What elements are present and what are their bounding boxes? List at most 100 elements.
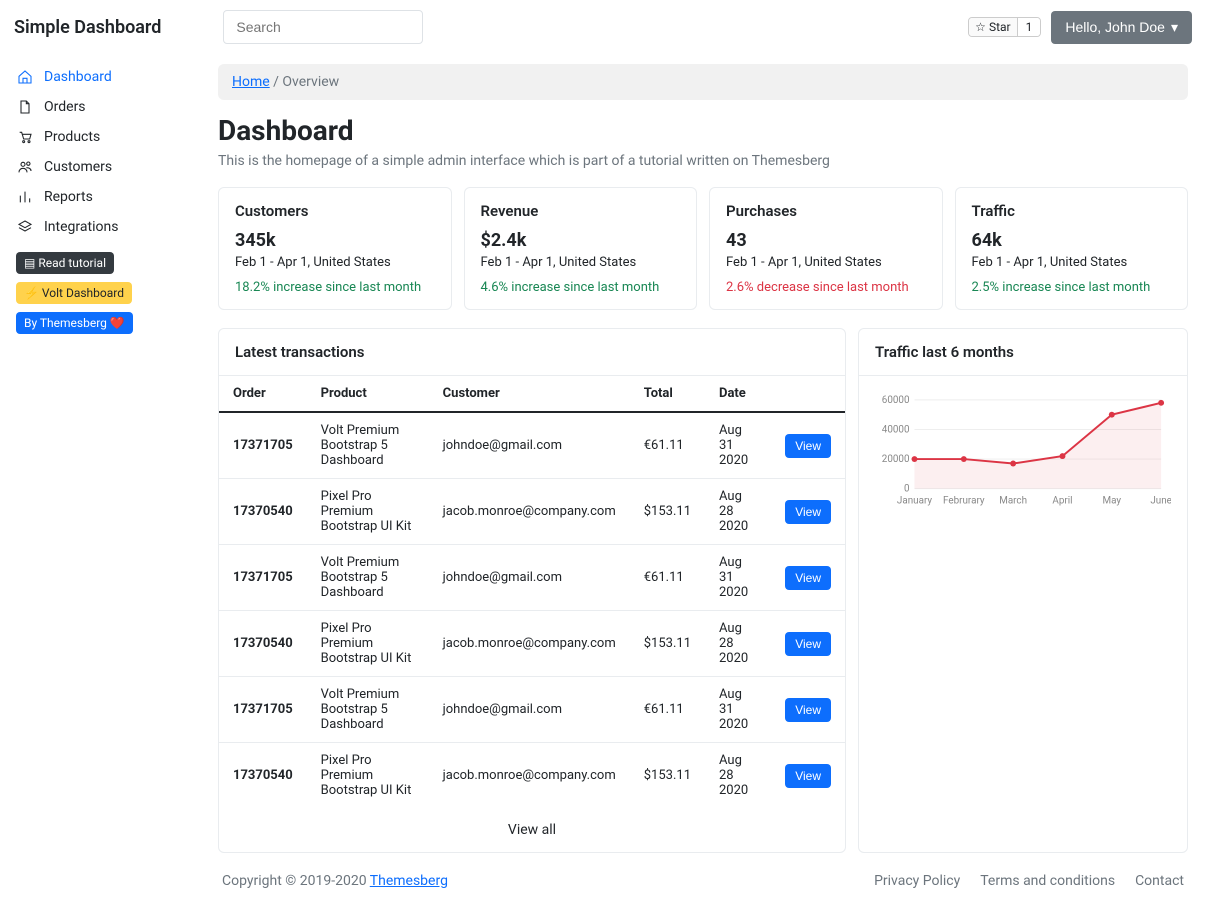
themesberg-link[interactable]: Themesberg — [370, 873, 448, 889]
cell-product: Pixel Pro Premium Bootstrap UI Kit — [307, 479, 429, 545]
stat-range: Feb 1 - Apr 1, United States — [726, 255, 926, 270]
stat-label: Customers — [235, 202, 435, 220]
stat-range: Feb 1 - Apr 1, United States — [972, 255, 1172, 270]
star-icon: ☆ — [975, 20, 986, 34]
view-button[interactable]: View — [785, 764, 831, 788]
view-button[interactable]: View — [785, 500, 831, 524]
stat-card: Customers345kFeb 1 - Apr 1, United State… — [218, 187, 452, 310]
view-button[interactable]: View — [785, 434, 831, 458]
sidebar-item-label: Integrations — [44, 219, 118, 235]
table-header: Total — [630, 376, 705, 412]
table-row: 17371705Volt Premium Bootstrap 5 Dashboa… — [219, 412, 845, 479]
traffic-panel: Traffic last 6 months 0200004000060000Ja… — [858, 328, 1188, 853]
view-button[interactable]: View — [785, 698, 831, 722]
sidebar-item-integrations[interactable]: Integrations — [10, 212, 190, 242]
stat-change: 18.2% increase since last month — [235, 280, 435, 295]
sidebar-item-label: Customers — [44, 159, 112, 175]
stat-value: 64k — [972, 230, 1172, 251]
stat-label: Revenue — [481, 202, 681, 220]
sidebar-item-label: Reports — [44, 189, 93, 205]
cell-date: Aug 31 2020 — [705, 412, 771, 479]
footer-link[interactable]: Terms and conditions — [980, 873, 1115, 889]
volt-dashboard-button[interactable]: ⚡ Volt Dashboard — [16, 282, 132, 304]
stat-card: Purchases43Feb 1 - Apr 1, United States2… — [709, 187, 943, 310]
table-row: 17371705Volt Premium Bootstrap 5 Dashboa… — [219, 545, 845, 611]
volt-dashboard-label: Volt Dashboard — [42, 286, 124, 300]
search-input[interactable] — [223, 10, 423, 44]
transactions-panel: Latest transactions OrderProductCustomer… — [218, 328, 846, 853]
svg-text:40000: 40000 — [882, 424, 910, 435]
stat-card: Revenue$2.4kFeb 1 - Apr 1, United States… — [464, 187, 698, 310]
cell-total: $153.11 — [630, 611, 705, 677]
sidebar-item-products[interactable]: Products — [10, 122, 190, 152]
stat-change: 2.6% decrease since last month — [726, 280, 926, 295]
svg-text:May: May — [1103, 495, 1122, 506]
cell-customer: jacob.monroe@company.com — [429, 743, 630, 809]
main-content: Home / Overview Dashboard This is the ho… — [200, 54, 1206, 919]
stat-change: 2.5% increase since last month — [972, 280, 1172, 295]
cell-date: Aug 28 2020 — [705, 743, 771, 809]
stat-card: Traffic 64k Feb 1 - Apr 1, United States 2.… — [955, 187, 1189, 310]
svg-text:20000: 20000 — [882, 454, 910, 465]
home-icon — [16, 69, 34, 85]
sidebar-item-dashboard[interactable]: Dashboard — [10, 62, 190, 92]
sidebar-item-orders[interactable]: Orders — [10, 92, 190, 122]
bolt-icon: ⚡ — [24, 286, 42, 300]
cell-order: 17371705 — [219, 677, 307, 743]
footer-copyright: Copyright © 2019-2020 Themesberg — [222, 873, 448, 889]
user-menu-button[interactable]: Hello, John Doe ▾ — [1051, 11, 1192, 44]
cell-product: Volt Premium Bootstrap 5 Dashboard — [307, 412, 429, 479]
cell-total: $153.11 — [630, 743, 705, 809]
layers-icon — [16, 219, 34, 235]
cell-date: Aug 28 2020 — [705, 611, 771, 677]
cell-date: Aug 31 2020 — [705, 677, 771, 743]
sidebar-item-customers[interactable]: Customers — [10, 152, 190, 182]
cell-customer: johndoe@gmail.com — [429, 677, 630, 743]
cell-customer: johndoe@gmail.com — [429, 545, 630, 611]
brand-title: Simple Dashboard — [14, 17, 161, 38]
view-button[interactable]: View — [785, 632, 831, 656]
by-themesberg-button[interactable]: By Themesberg ❤️ — [16, 312, 133, 334]
cell-customer: jacob.monroe@company.com — [429, 611, 630, 677]
view-button[interactable]: View — [785, 566, 831, 590]
cell-total: €61.11 — [630, 545, 705, 611]
table-row: 17370540Pixel Pro Premium Bootstrap UI K… — [219, 611, 845, 677]
traffic-title: Traffic last 6 months — [859, 329, 1187, 376]
sidebar-item-label: Orders — [44, 99, 86, 115]
users-icon — [16, 159, 34, 175]
file-icon — [16, 99, 34, 115]
cell-product: Volt Premium Bootstrap 5 Dashboard — [307, 677, 429, 743]
user-greeting: Hello, John Doe — [1065, 19, 1165, 35]
sidebar: Dashboard Orders Products Customers Repo… — [0, 54, 200, 919]
cart-icon — [16, 129, 34, 145]
svg-text:60000: 60000 — [882, 395, 910, 406]
copyright-text: Copyright © 2019-2020 — [222, 873, 370, 889]
footer-link[interactable]: Contact — [1135, 873, 1184, 889]
stat-label: Traffic — [972, 202, 1172, 220]
traffic-chart: 0200004000060000JanuaryFebruraryMarchApr… — [875, 390, 1171, 508]
read-tutorial-button[interactable]: ▤ Read tutorial — [16, 252, 114, 274]
footer-link[interactable]: Privacy Policy — [874, 873, 960, 889]
star-label: Star — [989, 20, 1011, 34]
view-all-link[interactable]: View all — [219, 808, 845, 852]
sidebar-item-label: Products — [44, 129, 100, 145]
breadcrumb-current: Overview — [282, 74, 339, 90]
breadcrumb-home[interactable]: Home — [232, 74, 270, 90]
cell-total: €61.11 — [630, 412, 705, 479]
svg-text:Februrary: Februrary — [943, 495, 985, 506]
sidebar-item-reports[interactable]: Reports — [10, 182, 190, 212]
cell-total: €61.11 — [630, 677, 705, 743]
cell-order: 17370540 — [219, 611, 307, 677]
stat-label: Purchases — [726, 202, 926, 220]
cell-order: 17371705 — [219, 545, 307, 611]
cell-customer: johndoe@gmail.com — [429, 412, 630, 479]
stat-range: Feb 1 - Apr 1, United States — [481, 255, 681, 270]
svg-text:June: June — [1150, 495, 1171, 506]
cell-product: Pixel Pro Premium Bootstrap UI Kit — [307, 611, 429, 677]
cell-date: Aug 28 2020 — [705, 479, 771, 545]
svg-text:0: 0 — [904, 484, 910, 495]
cell-customer: jacob.monroe@company.com — [429, 479, 630, 545]
page-subtitle: This is the homepage of a simple admin i… — [218, 153, 1188, 169]
star-badge[interactable]: ☆Star 1 — [968, 17, 1041, 37]
breadcrumb: Home / Overview — [218, 64, 1188, 100]
